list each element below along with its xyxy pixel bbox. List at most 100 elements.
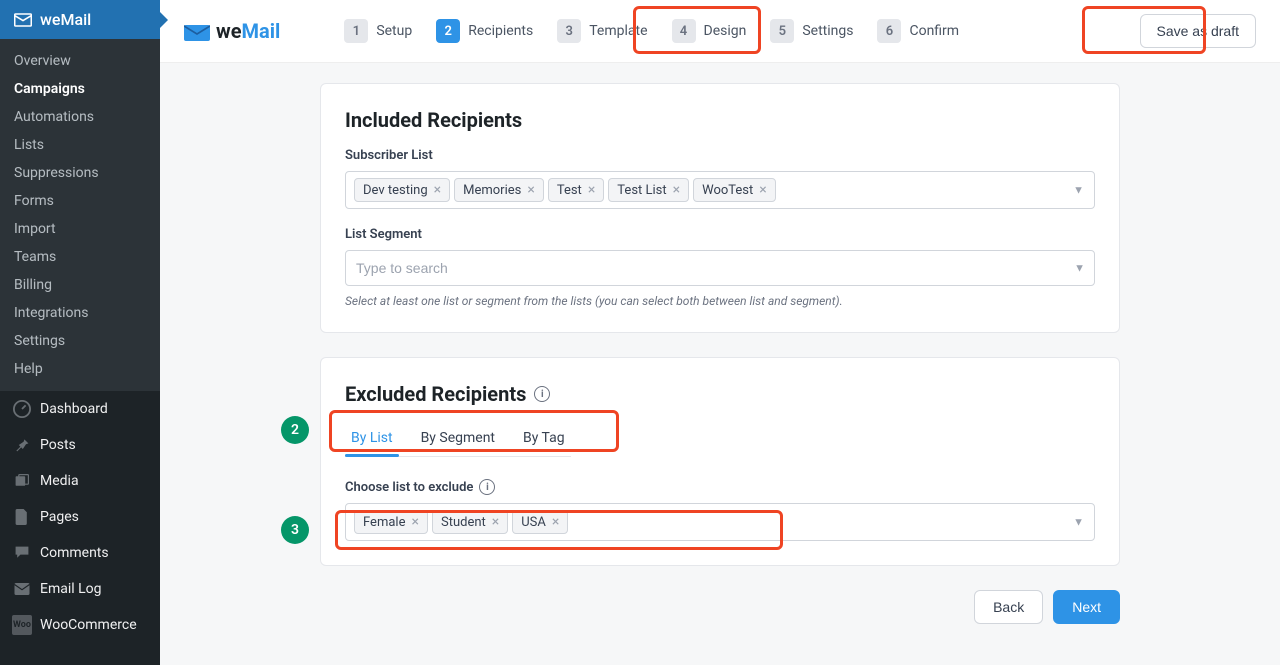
media-icon [12, 471, 32, 491]
token-label: Test [557, 183, 582, 198]
remove-token-icon[interactable]: × [759, 182, 766, 198]
segment-helper-text: Select at least one list or segment from… [345, 294, 1095, 308]
sidebar-item-forms[interactable]: Forms [0, 187, 160, 215]
wp-menu-pages[interactable]: Pages [0, 499, 160, 535]
wp-sidebar: weMail Overview Campaigns Automations Li… [0, 0, 160, 665]
sidebar-item-overview[interactable]: Overview [0, 47, 160, 75]
remove-token-icon[interactable]: × [492, 514, 499, 530]
wp-menu-label: Pages [40, 509, 79, 525]
choose-exclude-text: Choose list to exclude [345, 480, 473, 495]
step-template[interactable]: 3 Template [553, 19, 651, 43]
sidebar-item-lists[interactable]: Lists [0, 131, 160, 159]
content-area: Included Recipients Subscriber List Dev … [160, 63, 1280, 665]
token: Memories × [454, 178, 544, 202]
step-label: Template [589, 23, 647, 39]
step-label: Confirm [909, 23, 959, 39]
wp-menu-woocommerce[interactable]: Woo WooCommerce [0, 607, 160, 643]
chevron-down-icon[interactable]: ▼ [1073, 184, 1084, 197]
sidebar-item-suppressions[interactable]: Suppressions [0, 159, 160, 187]
excluded-title: Excluded Recipients i [345, 382, 1095, 406]
step-label: Recipients [468, 23, 533, 39]
save-draft-button[interactable]: Save as draft [1140, 14, 1257, 48]
back-button[interactable]: Back [974, 590, 1043, 624]
exclude-list-input[interactable]: Female× Student × USA × ▼ [345, 503, 1095, 541]
wp-menu-label: WooCommerce [40, 617, 137, 633]
subscriber-list-label: Subscriber List [345, 148, 1095, 163]
logo[interactable]: weMail [184, 19, 280, 43]
remove-token-icon[interactable]: × [588, 182, 595, 198]
step-setup[interactable]: 1 Setup [340, 19, 416, 43]
info-icon[interactable]: i [479, 479, 495, 495]
step-recipients[interactable]: 2 Recipients [432, 19, 537, 43]
token-label: Test List [617, 183, 666, 198]
page-icon [12, 507, 32, 527]
token: Test × [548, 178, 604, 202]
sidebar-item-import[interactable]: Import [0, 215, 160, 243]
actions-row: Back Next [320, 590, 1120, 644]
step-label: Setup [376, 23, 412, 39]
step-num: 5 [770, 19, 794, 43]
sidebar-item-billing[interactable]: Billing [0, 271, 160, 299]
sidebar-item-campaigns[interactable]: Campaigns [0, 75, 160, 103]
step-num: 2 [436, 19, 460, 43]
list-segment-input[interactable] [345, 250, 1095, 286]
included-title: Included Recipients [345, 108, 1095, 132]
step-num: 3 [557, 19, 581, 43]
wp-menu-comments[interactable]: Comments [0, 535, 160, 571]
sidebar-item-automations[interactable]: Automations [0, 103, 160, 131]
step-settings[interactable]: 5Settings [766, 19, 857, 43]
wp-menu-posts[interactable]: Posts [0, 427, 160, 463]
wp-menu-label: Dashboard [40, 401, 108, 417]
remove-token-icon[interactable]: × [552, 514, 559, 530]
token-label: USA [521, 515, 546, 530]
wp-menu-label: Email Log [40, 581, 102, 597]
remove-token-icon[interactable]: × [434, 182, 441, 198]
wp-menu-label: Comments [40, 545, 109, 561]
token-label: Dev testing [363, 183, 428, 198]
step-confirm[interactable]: 6 Confirm [873, 19, 963, 43]
woo-icon: Woo [12, 615, 32, 635]
step-num: 6 [877, 19, 901, 43]
excluded-recipients-card: Excluded Recipients i By List By Segment… [320, 357, 1120, 566]
list-segment-label: List Segment [345, 227, 1095, 242]
wp-menu-dashboard[interactable]: Dashboard [0, 391, 160, 427]
wp-menu-label: Media [40, 473, 79, 489]
step-design[interactable]: 4Design [668, 19, 751, 43]
token: Student × [432, 510, 508, 534]
next-button[interactable]: Next [1053, 590, 1120, 624]
token-label: Memories [463, 183, 521, 198]
mail-icon [12, 579, 32, 599]
tab-by-segment[interactable]: By Segment [421, 430, 495, 456]
remove-token-icon[interactable]: × [673, 182, 680, 198]
comment-icon [12, 543, 32, 563]
sidebar-brand-header[interactable]: weMail [0, 0, 160, 39]
info-icon[interactable]: i [534, 386, 550, 402]
wp-menu-email-log[interactable]: Email Log [0, 571, 160, 607]
wp-menu-label: Posts [40, 437, 76, 453]
subscriber-list-input[interactable]: Dev testing× Memories× Test× Test List× … [345, 171, 1095, 209]
included-recipients-card: Included Recipients Subscriber List Dev … [320, 83, 1120, 333]
tab-by-list[interactable]: By List [351, 430, 393, 456]
sidebar-submenu: Overview Campaigns Automations Lists Sup… [0, 39, 160, 391]
stepper: 1 Setup 2 Recipients 3 Template 4Design 5Se… [340, 19, 963, 43]
sidebar-item-help[interactable]: Help [0, 355, 160, 383]
token: USA × [512, 510, 568, 534]
tab-by-tag[interactable]: By Tag [523, 430, 565, 456]
token-label: Student [441, 515, 486, 530]
step-num: 1 [344, 19, 368, 43]
sidebar-item-settings[interactable]: Settings [0, 327, 160, 355]
sidebar-item-teams[interactable]: Teams [0, 243, 160, 271]
callout-3: 3 [281, 516, 309, 544]
chevron-down-icon[interactable]: ▼ [1074, 262, 1085, 275]
remove-token-icon[interactable]: × [411, 514, 418, 530]
excluded-tabs: By List By Segment By Tag [345, 422, 571, 457]
sidebar-item-integrations[interactable]: Integrations [0, 299, 160, 327]
remove-token-icon[interactable]: × [527, 182, 534, 198]
callout-2: 2 [281, 416, 309, 444]
chevron-down-icon[interactable]: ▼ [1073, 516, 1084, 529]
token: Female× [354, 510, 428, 534]
brand-label: weMail [40, 10, 91, 29]
token-label: WooTest [702, 183, 753, 198]
token: Dev testing × [354, 178, 450, 202]
wp-menu-media[interactable]: Media [0, 463, 160, 499]
